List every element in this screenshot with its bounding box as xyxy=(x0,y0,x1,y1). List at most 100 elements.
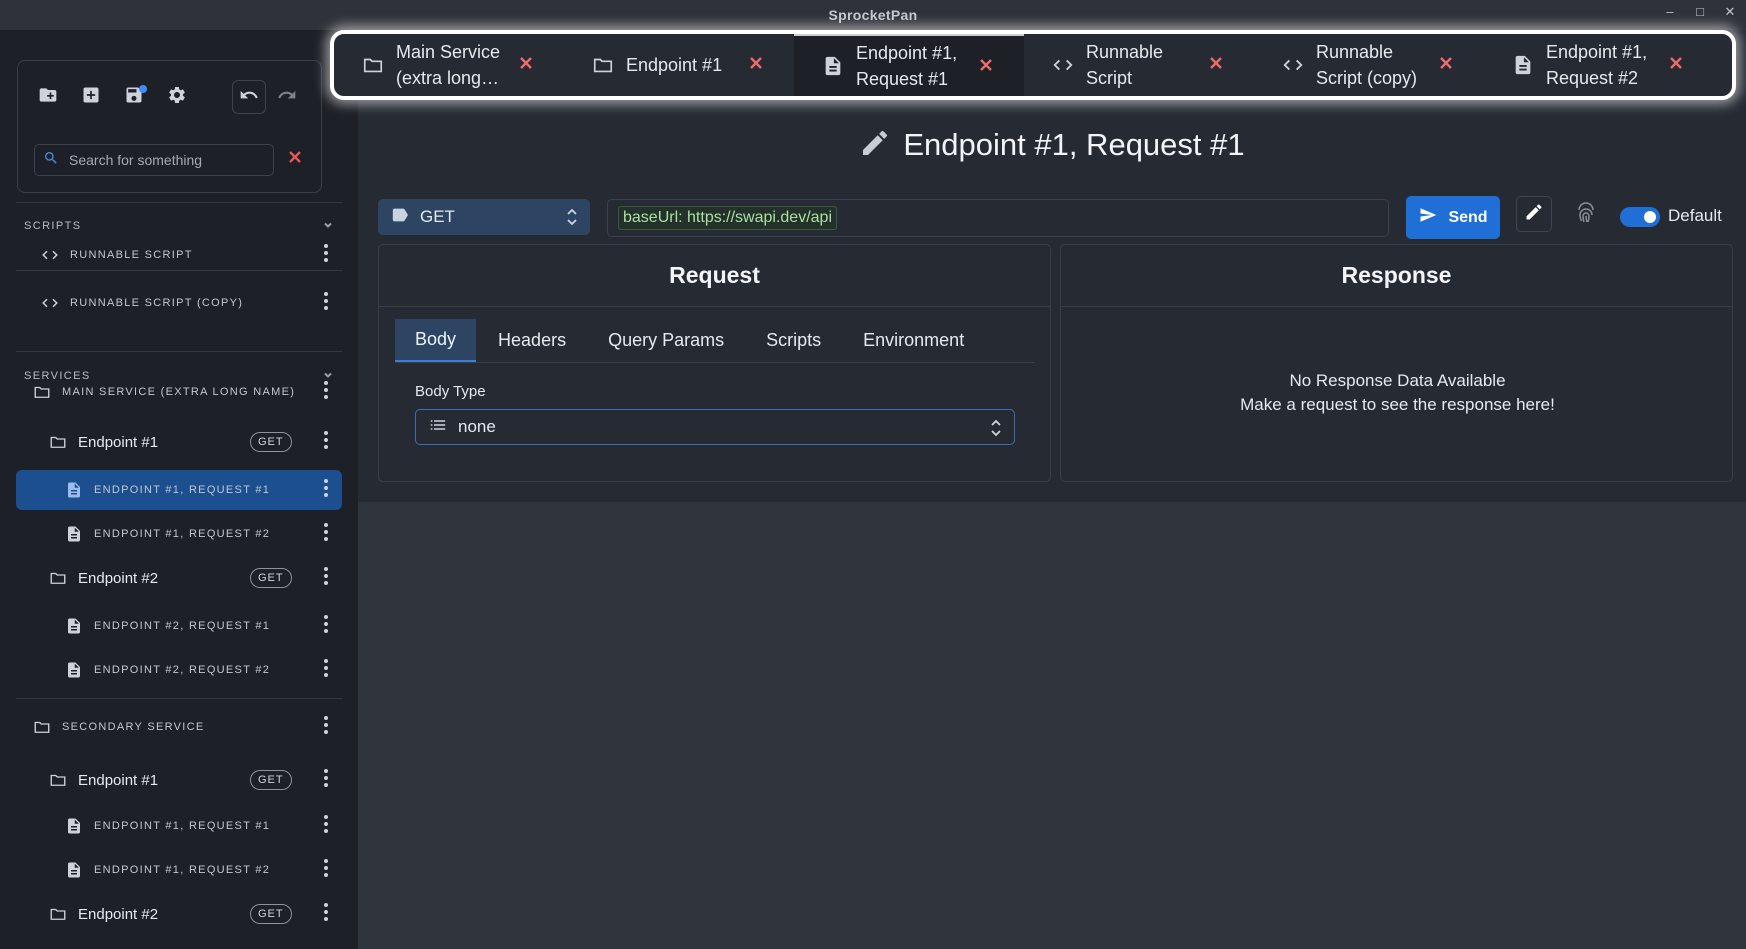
maximize-button[interactable]: □ xyxy=(1694,4,1706,20)
label-tag-icon xyxy=(390,207,410,228)
chevron-down-icon xyxy=(322,219,334,234)
sidebar-endpoint-item[interactable]: Endpoint #1 GET xyxy=(16,760,342,800)
edit-button[interactable] xyxy=(1516,196,1552,232)
request-tab-headers[interactable]: Headers xyxy=(478,319,586,362)
sidebar-endpoint-item[interactable]: Endpoint #1 GET xyxy=(16,422,342,462)
search-field[interactable] xyxy=(34,144,274,176)
response-empty-state: No Response Data Available Make a reques… xyxy=(1061,369,1734,417)
more-options-button[interactable] xyxy=(316,291,336,315)
more-options-button[interactable] xyxy=(316,478,336,502)
search-icon xyxy=(43,150,59,171)
sidebar-request-item[interactable]: ENDPOINT #1, REQUEST #1 xyxy=(16,806,342,846)
more-vert-icon xyxy=(324,858,328,882)
search-input[interactable] xyxy=(69,152,259,168)
script-label: RUNNABLE SCRIPT xyxy=(70,249,193,261)
sidebar-service-item[interactable]: SECONDARY SERVICE xyxy=(16,707,342,747)
more-options-button[interactable] xyxy=(316,858,336,882)
more-options-button[interactable] xyxy=(316,566,336,590)
tree-item-label: Endpoint #1 xyxy=(78,771,159,789)
code-icon xyxy=(40,245,60,265)
more-vert-icon xyxy=(324,566,328,590)
fingerprint-icon xyxy=(1574,202,1598,229)
sidebar-endpoint-item[interactable]: Endpoint #2 GET xyxy=(16,894,342,934)
fingerprint-button[interactable] xyxy=(1574,201,1598,225)
document-icon xyxy=(64,524,84,544)
method-badge: GET xyxy=(250,904,292,924)
method-badge: GET xyxy=(250,568,292,588)
editor-tab[interactable]: Endpoint #1, Request #2 xyxy=(1484,34,1714,96)
folder-icon xyxy=(32,382,52,402)
tab-bar: Main Service (extra long name) Endpoint #… xyxy=(330,30,1736,100)
close-tab-button[interactable] xyxy=(974,55,998,79)
sidebar-endpoint-item[interactable]: Endpoint #2 GET xyxy=(16,558,342,598)
more-options-button[interactable] xyxy=(316,430,336,454)
document-icon xyxy=(1512,54,1534,76)
more-options-button[interactable] xyxy=(316,902,336,926)
close-tab-button[interactable] xyxy=(1664,53,1688,77)
more-options-button[interactable] xyxy=(316,768,336,792)
add-button[interactable] xyxy=(75,81,107,113)
environment-variable-chip[interactable]: baseUrl: https://swapi.dev/api xyxy=(618,206,837,230)
document-icon xyxy=(64,660,84,680)
request-tab-scripts[interactable]: Scripts xyxy=(746,319,841,362)
url-input[interactable]: baseUrl: https://swapi.dev/api xyxy=(607,199,1389,237)
body-type-select[interactable]: none xyxy=(415,409,1015,445)
sidebar-request-item[interactable]: ENDPOINT #2, REQUEST #1 xyxy=(16,606,342,646)
empty-state-title: No Response Data Available xyxy=(1289,371,1506,390)
more-options-button[interactable] xyxy=(316,380,336,404)
close-tab-button[interactable] xyxy=(1204,53,1228,77)
send-button[interactable]: Send xyxy=(1406,196,1500,239)
editor-tab[interactable]: Endpoint #1, Request #1 xyxy=(794,34,1024,96)
sidebar-script-item[interactable]: RUNNABLE SCRIPT xyxy=(16,235,342,275)
folder-icon xyxy=(592,54,614,76)
editor-tab[interactable]: Main Service (extra long name) xyxy=(334,34,564,96)
more-options-button[interactable] xyxy=(316,715,336,739)
sidebar-request-item[interactable]: ENDPOINT #1, REQUEST #2 xyxy=(16,514,342,554)
more-options-button[interactable] xyxy=(316,243,336,267)
response-panel: Response No Response Data Available Make… xyxy=(1060,244,1733,482)
editor-tab[interactable]: Runnable Script (copy) xyxy=(1254,34,1484,96)
close-tab-button[interactable] xyxy=(1434,53,1458,77)
sidebar-script-item[interactable]: RUNNABLE SCRIPT (COPY) xyxy=(16,283,342,323)
close-window-button[interactable]: ✕ xyxy=(1724,4,1736,20)
code-icon xyxy=(40,293,60,313)
sidebar-request-item[interactable]: ENDPOINT #2, REQUEST #2 xyxy=(16,650,342,690)
minimize-button[interactable]: – xyxy=(1664,4,1676,20)
method-select[interactable]: GET xyxy=(378,199,590,235)
tree-item-label: Endpoint #2 xyxy=(78,905,159,923)
close-icon xyxy=(1208,55,1224,76)
tree-item-label: Endpoint #1 xyxy=(78,433,159,451)
folder-icon xyxy=(48,432,68,452)
request-tab-environment[interactable]: Environment xyxy=(843,319,984,362)
sidebar-divider xyxy=(16,698,342,699)
more-options-button[interactable] xyxy=(316,814,336,838)
undo-button[interactable] xyxy=(232,80,266,114)
response-heading: Response xyxy=(1061,245,1732,307)
settings-button[interactable] xyxy=(161,81,193,113)
more-options-button[interactable] xyxy=(316,522,336,546)
close-tab-button[interactable] xyxy=(514,53,538,77)
request-tab-body[interactable]: Body xyxy=(395,319,477,362)
new-service-button[interactable] xyxy=(32,81,64,113)
request-tab-query-params[interactable]: Query Params xyxy=(588,319,744,362)
tab-label: Runnable Script xyxy=(1086,42,1164,88)
request-heading: Request xyxy=(379,245,1050,307)
pencil-icon[interactable] xyxy=(859,127,891,164)
sidebar-divider xyxy=(16,270,342,271)
default-environment-toggle[interactable] xyxy=(1620,207,1660,227)
clear-search-button[interactable] xyxy=(284,148,306,170)
sidebar-request-item[interactable]: ENDPOINT #1, REQUEST #1 xyxy=(16,470,342,510)
close-tab-button[interactable] xyxy=(744,53,768,77)
tab-label: Runnable Script (copy) xyxy=(1316,42,1418,88)
more-options-button[interactable] xyxy=(316,614,336,638)
editor-tab[interactable]: Runnable Script xyxy=(1024,34,1254,96)
sidebar-service-item[interactable]: MAIN SERVICE (EXTRA LONG NAME) xyxy=(16,372,342,412)
workspace-background xyxy=(358,502,1746,949)
unsaved-indicator xyxy=(139,85,147,93)
sidebar-request-item[interactable]: ENDPOINT #1, REQUEST #2 xyxy=(16,850,342,890)
document-icon xyxy=(822,55,844,77)
redo-button[interactable] xyxy=(271,81,303,113)
editor-tab[interactable]: Endpoint #1 xyxy=(564,34,794,96)
save-button[interactable] xyxy=(118,81,150,113)
more-options-button[interactable] xyxy=(316,658,336,682)
